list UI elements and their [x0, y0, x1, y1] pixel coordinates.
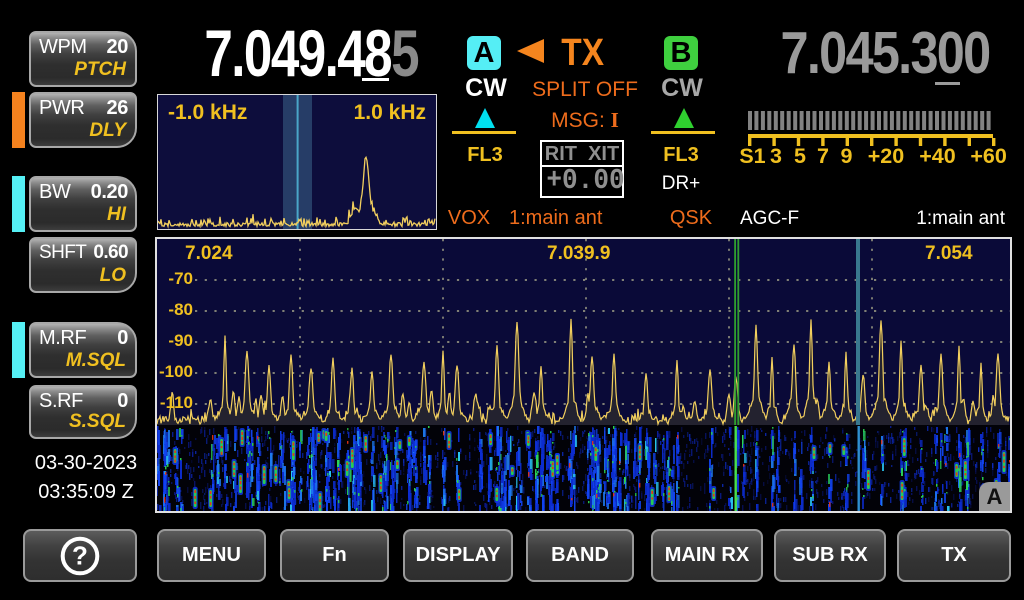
svg-text:3: 3	[770, 144, 782, 168]
svg-text:+20: +20	[868, 144, 905, 168]
svg-text:S1: S1	[740, 144, 766, 168]
svg-text:7: 7	[817, 144, 829, 168]
svg-text:+40: +40	[919, 144, 956, 168]
svg-text:9: 9	[841, 144, 853, 168]
svg-text:5: 5	[794, 144, 806, 168]
svg-text:?: ?	[72, 540, 88, 570]
svg-text:+60: +60	[970, 144, 1007, 168]
